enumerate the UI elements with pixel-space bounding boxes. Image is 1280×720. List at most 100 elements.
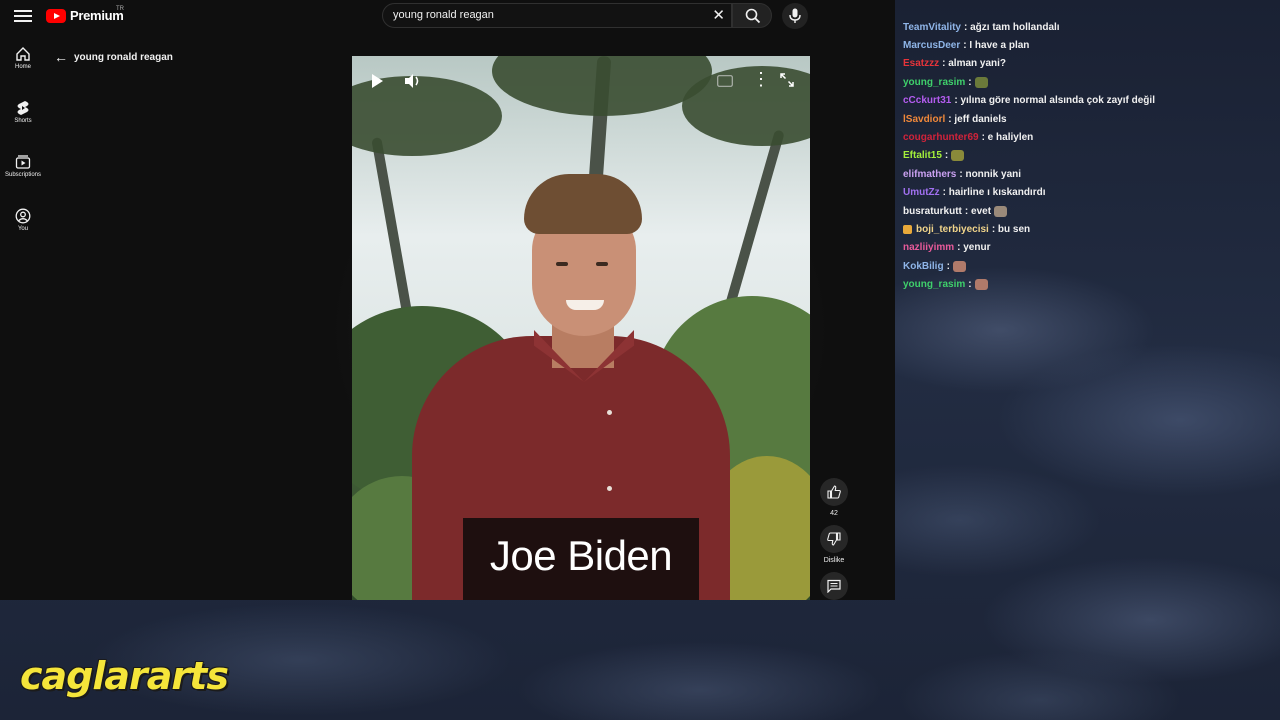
chat-text: : hairline ı kıskandırdı [942,187,1046,199]
shorts-video-player[interactable]: Joe Biden ⋮ [352,56,810,600]
chat-message: nazliiyimm: yenur [903,239,1273,257]
sidebar-item-subscriptions[interactable]: Subscriptions [0,154,46,202]
chat-text: : [968,279,972,291]
chat-username[interactable]: busraturkutt [903,206,962,217]
person-hair [524,174,642,234]
subscriber-badge-icon [903,224,912,234]
fullscreen-icon[interactable] [780,73,794,92]
sidebar-item-home[interactable]: Home [0,46,46,94]
chat-username[interactable]: lSavdiorl [903,114,945,125]
page-header: ← young ronald reagan [54,50,173,64]
chat-text: : yenur [957,242,991,254]
chat-text: : [944,150,949,162]
sidebar-label-subscriptions: Subscriptions [4,172,42,178]
chat-text: : bu sen [991,223,1031,235]
voice-search-button[interactable] [782,3,808,29]
chat-text: : e haliylen [981,132,1034,144]
search-input[interactable]: young ronald reagan ✕ [382,3,732,28]
clear-search-icon[interactable]: ✕ [712,8,725,23]
chat-emote-icon [994,205,1008,217]
chat-message: KokBilig: [903,257,1273,275]
chat-text: : [968,76,972,88]
chat-message: boji_terbiyecisi: bu sen [903,220,1273,238]
chat-username[interactable]: cougarhunter69 [903,132,979,143]
search-icon [745,8,761,24]
chat-text: : evet [964,205,992,217]
sidebar-label-shorts: Shorts [14,118,32,124]
comment-icon [827,579,841,593]
chat-message: busraturkutt: evet [903,202,1273,220]
chat-username[interactable]: Esatzzz [903,58,939,69]
chat-username[interactable]: KokBilig [903,261,944,272]
comments-button[interactable] [820,572,848,600]
chat-username[interactable]: boji_terbiyecisi [916,224,989,235]
chat-text: : jeff daniels [948,113,1007,125]
sidebar-label-you: You [17,226,29,232]
search-button[interactable] [732,3,772,28]
chat-message: cCckurt31: yılına göre normal alsında ço… [903,92,1273,110]
chat-emote-icon [951,150,965,162]
chat-text: : ağzı tam hollandalı [964,21,1060,33]
shorts-icon [17,101,29,115]
channel-watermark: caglararts [20,654,229,698]
microphone-icon [789,8,801,23]
chat-message: young_rasim: [903,275,1273,293]
person-eye [596,262,608,266]
dislike-button[interactable] [820,525,848,553]
chat-message: cougarhunter69: e haliylen [903,128,1273,146]
chat-text: : [946,260,950,272]
chat-emote-icon [974,76,988,88]
person-smile [566,300,604,310]
play-icon[interactable] [372,74,383,88]
sidebar-label-home: Home [14,64,31,70]
shorts-actions: 42 Dislike [819,478,849,600]
chat-spacer [903,0,1273,18]
volume-icon[interactable] [404,73,422,94]
chat-message: lSavdiorl: jeff daniels [903,110,1273,128]
chat-username[interactable]: nazliiyimm [903,242,954,253]
like-count: 42 [830,510,838,517]
chat-username[interactable]: elifmathers [903,169,956,180]
captions-icon[interactable] [717,74,733,92]
person-eye [556,262,568,266]
video-caption: Joe Biden [489,532,673,579]
home-icon [16,47,30,61]
search-query: young ronald reagan [393,9,494,21]
youtube-play-icon [46,8,66,23]
chat-username[interactable]: UmutZz [903,187,940,198]
chat-text: : I have a plan [963,40,1030,52]
shirt-button [607,410,612,415]
chat-username[interactable]: cCckurt31 [903,95,951,106]
more-options-icon[interactable]: ⋮ [752,70,770,88]
menu-icon[interactable] [14,8,32,24]
chat-message: TeamVitality: ağzı tam hollandalı [903,18,1273,36]
sidebar: Home Shorts Subscriptions You [0,40,46,256]
chat-message: Eftalit15: [903,147,1273,165]
caption-box: Joe Biden [463,518,699,600]
chat-username[interactable]: young_rasim [903,77,965,88]
sidebar-item-you[interactable]: You [0,208,46,256]
chat-text: : nonnik yani [959,168,1022,180]
youtube-window: Premium TR young ronald reagan ✕ Home Sh… [0,0,895,600]
chat-text: : alman yani? [942,58,1007,70]
sidebar-item-shorts[interactable]: Shorts [0,100,46,148]
chat-message: UmutZz: hairline ı kıskandırdı [903,184,1273,202]
shirt-button [607,486,612,491]
chat-message: young_rasim: [903,73,1273,91]
chat-text: : yılına göre normal alsında çok zayıf d… [954,95,1155,107]
chat-username[interactable]: young_rasim [903,279,965,290]
chat-username[interactable]: Eftalit15 [903,150,942,161]
page-title: young ronald reagan [74,51,173,63]
thumbs-up-icon [827,485,841,499]
stream-chat: TeamVitality: ağzı tam hollandalı MarcusD… [903,0,1273,294]
chat-message: MarcusDeer: I have a plan [903,36,1273,54]
like-button[interactable] [820,478,848,506]
chat-username[interactable]: TeamVitality [903,22,961,33]
subscriptions-icon [15,155,31,169]
chat-emote-icon [952,260,966,272]
chat-username[interactable]: MarcusDeer [903,40,960,51]
youtube-logo[interactable]: Premium TR [46,6,124,23]
thumbs-down-icon [827,532,841,546]
account-icon [15,208,31,224]
back-arrow-icon[interactable]: ← [54,50,68,64]
